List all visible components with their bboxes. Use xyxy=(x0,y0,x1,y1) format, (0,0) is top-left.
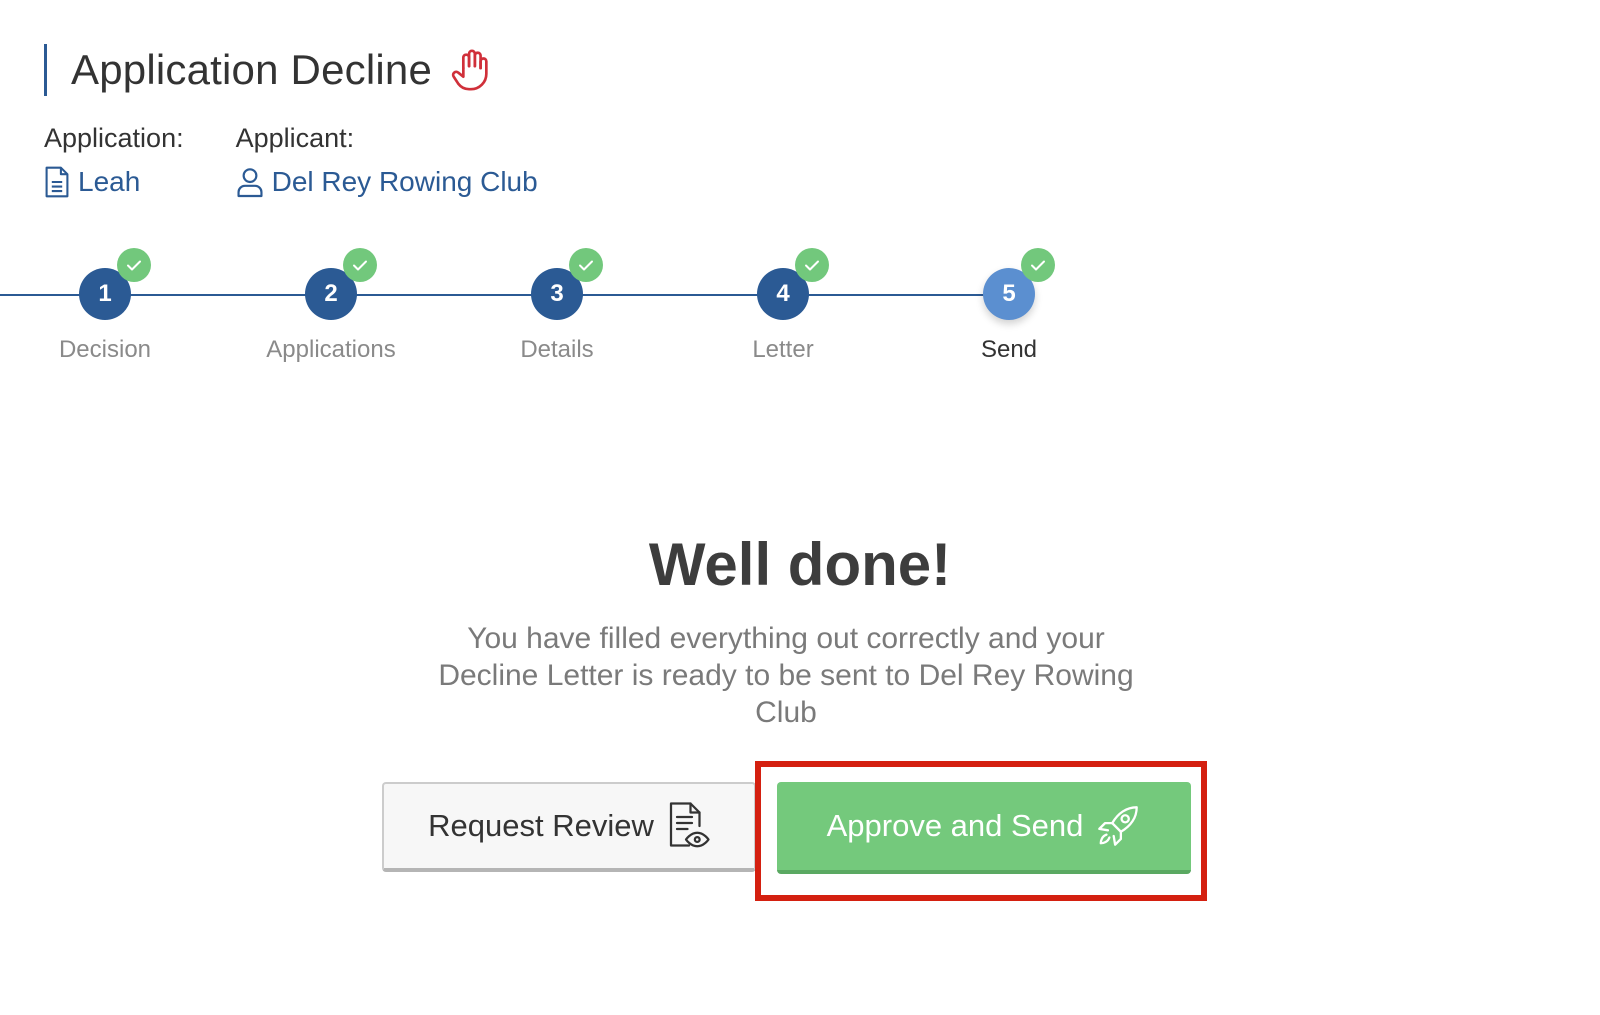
step-number-circle: 5 xyxy=(983,248,1055,320)
check-icon xyxy=(117,248,151,282)
page-title: Application Decline xyxy=(71,46,433,93)
rocket-icon xyxy=(1098,806,1139,846)
action-buttons: Request Review xyxy=(382,782,756,872)
step-number: 1 xyxy=(98,280,112,307)
step-label: Decision xyxy=(58,336,152,363)
application-decline-page: Application Decline Application: Leah Ap… xyxy=(0,0,1600,1015)
step-number-circle: 1 xyxy=(79,248,151,320)
request-review-button[interactable]: Request Review xyxy=(382,782,756,872)
check-icon xyxy=(1021,248,1055,282)
applicant-name[interactable]: Del Rey Rowing Club xyxy=(272,164,538,200)
application-label: Application: xyxy=(44,123,184,153)
success-message: You have filled everything out correctly… xyxy=(438,622,1134,729)
approve-and-send-button[interactable]: Approve and Send xyxy=(777,782,1191,874)
application-meta: Application: Leah Applicant: Del Rey Row… xyxy=(44,120,590,200)
document-eye-icon xyxy=(669,802,710,848)
step-applications[interactable]: 2 Applications xyxy=(261,248,401,364)
approve-and-send-label: Approve and Send xyxy=(826,808,1084,843)
step-number: 4 xyxy=(776,280,790,307)
step-label: Send xyxy=(980,336,1038,363)
applicant-link[interactable]: Del Rey Rowing Club xyxy=(236,164,538,200)
step-send[interactable]: 5 Send xyxy=(939,248,1079,364)
page-header: Application Decline xyxy=(44,44,494,96)
step-details[interactable]: 3 Details xyxy=(487,248,627,364)
step-label: Applications xyxy=(266,336,396,363)
success-title: Well done! xyxy=(648,531,952,598)
step-letter[interactable]: 4 Letter xyxy=(713,248,853,364)
application-info: Application: Leah xyxy=(44,120,184,200)
step-label: Letter xyxy=(752,336,814,363)
applicant-label: Applicant: xyxy=(235,123,355,153)
step-number-circle: 4 xyxy=(757,248,829,320)
check-icon xyxy=(569,248,603,282)
application-link[interactable]: Leah xyxy=(44,164,184,200)
step-number: 3 xyxy=(550,280,564,307)
step-number-circle: 3 xyxy=(531,248,603,320)
check-icon xyxy=(343,248,377,282)
application-name[interactable]: Leah xyxy=(78,164,140,200)
applicant-info: Applicant: Del Rey Rowing Club xyxy=(236,120,538,200)
title-accent-bar xyxy=(44,44,47,96)
document-icon xyxy=(45,166,69,198)
check-icon xyxy=(795,248,829,282)
step-decision[interactable]: 1 Decision xyxy=(35,248,175,364)
user-icon xyxy=(237,168,263,198)
step-number: 5 xyxy=(1002,280,1016,307)
step-number: 2 xyxy=(324,280,338,307)
hand-stop-icon xyxy=(448,47,494,93)
step-label: Details xyxy=(520,336,594,363)
request-review-label: Request Review xyxy=(428,808,654,843)
progress-stepper: 1 Decision 2 Applications 3 Details 4 Le… xyxy=(0,248,1100,380)
step-number-circle: 2 xyxy=(305,248,377,320)
